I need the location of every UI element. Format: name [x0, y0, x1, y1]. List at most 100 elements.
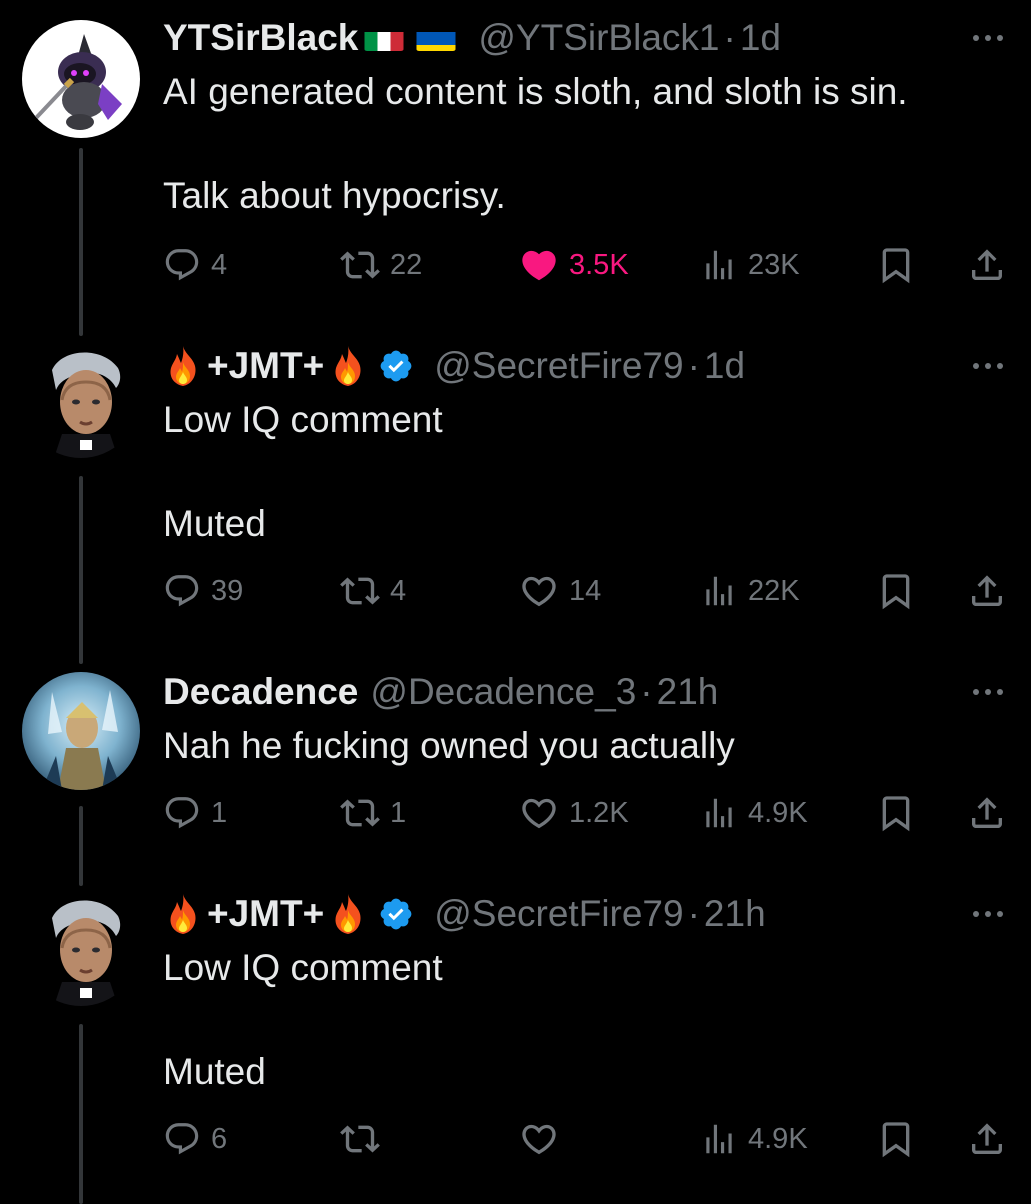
- like-button[interactable]: 3.5K: [519, 240, 629, 290]
- fire-emoji: [163, 892, 203, 936]
- bookmark-icon: [876, 571, 916, 611]
- views-button[interactable]: 4.9K: [700, 788, 808, 838]
- retweet-icon: [340, 793, 380, 833]
- action-bar: 39 4 14 22K: [0, 566, 1031, 616]
- separator-dot: ·: [640, 671, 653, 712]
- action-bar: 6 4.9K: [0, 1114, 1031, 1164]
- retweet-count: 4: [390, 574, 407, 607]
- bookmark-button[interactable]: [876, 566, 916, 616]
- share-button[interactable]: [967, 1114, 1007, 1164]
- reply-button[interactable]: 1: [163, 788, 227, 838]
- bookmark-icon: [876, 245, 916, 285]
- bookmark-button[interactable]: [876, 788, 916, 838]
- tweet-text: Low IQ comment Muted: [163, 947, 443, 1092]
- verified-icon: [378, 896, 414, 932]
- bookmark-button[interactable]: [876, 240, 916, 290]
- reply-button[interactable]: 4: [163, 240, 227, 290]
- tweet-header: Decadence @Decadence_3 · 21h: [163, 666, 718, 718]
- fire-emoji: [328, 892, 368, 936]
- views-count: 4.9K: [748, 796, 808, 829]
- reply-button[interactable]: 39: [163, 566, 243, 616]
- tweet-text: Nah he fucking owned you actually: [163, 725, 735, 766]
- handle[interactable]: @Decadence_3: [370, 671, 636, 713]
- share-icon: [967, 571, 1007, 611]
- like-count: 14: [569, 574, 602, 607]
- views-button[interactable]: 22K: [700, 566, 800, 616]
- retweet-icon: [340, 245, 380, 285]
- share-button[interactable]: [967, 566, 1007, 616]
- like-icon: [519, 245, 559, 285]
- share-icon: [967, 245, 1007, 285]
- like-button[interactable]: 1.2K: [519, 788, 629, 838]
- display-name[interactable]: +JMT+: [207, 345, 324, 387]
- fire-emoji: [328, 344, 368, 388]
- retweet-count: 1: [390, 796, 407, 829]
- fire-emoji: [163, 344, 203, 388]
- separator-dot: ·: [723, 17, 736, 58]
- like-button[interactable]: 14: [519, 566, 601, 616]
- retweet-count: 22: [390, 248, 423, 281]
- reply-icon: [163, 246, 201, 284]
- like-icon: [519, 571, 559, 611]
- bookmark-button[interactable]: [876, 1114, 916, 1164]
- views-button[interactable]: 23K: [700, 240, 800, 290]
- tweet-header: +JMT+ @SecretFire79 · 1d: [163, 340, 745, 392]
- reply-button[interactable]: 6: [163, 1114, 227, 1164]
- avatar[interactable]: [22, 20, 140, 138]
- retweet-button[interactable]: 4: [340, 566, 406, 616]
- more-icon[interactable]: [971, 678, 1005, 706]
- timestamp[interactable]: 21h: [657, 671, 719, 713]
- tweet-3[interactable]: Decadence @Decadence_3 · 21h Nah he fuck…: [0, 666, 1031, 886]
- action-bar: 4 22 3.5K 23K: [0, 240, 1031, 290]
- views-count: 23K: [748, 248, 800, 281]
- views-icon: [700, 794, 738, 832]
- tweet-header: +JMT+ @SecretFire79 · 21h: [163, 888, 766, 940]
- share-icon: [967, 1119, 1007, 1159]
- display-name[interactable]: +JMT+: [207, 893, 324, 935]
- share-button[interactable]: [967, 240, 1007, 290]
- views-icon: [700, 1120, 738, 1158]
- retweet-button[interactable]: 22: [340, 240, 422, 290]
- more-icon[interactable]: [971, 24, 1005, 52]
- reply-count: 1: [211, 796, 228, 829]
- timestamp[interactable]: 1d: [704, 345, 745, 387]
- avatar[interactable]: [22, 672, 140, 790]
- bookmark-icon: [876, 1119, 916, 1159]
- handle[interactable]: @SecretFire79: [434, 893, 683, 935]
- action-bar: 1 1 1.2K 4.9K: [0, 788, 1031, 838]
- more-icon[interactable]: [971, 900, 1005, 928]
- display-name[interactable]: YTSirBlack: [163, 17, 358, 59]
- more-icon[interactable]: [971, 352, 1005, 380]
- tweet-1[interactable]: YTSirBlack @YTSirBlack1 · 1d AI generate…: [0, 12, 1031, 336]
- views-icon: [700, 572, 738, 610]
- reply-count: 39: [211, 574, 244, 607]
- retweet-icon: [340, 571, 380, 611]
- views-button[interactable]: 4.9K: [700, 1114, 808, 1164]
- tweet-text: AI generated content is sloth, and sloth…: [163, 71, 908, 216]
- timestamp[interactable]: 21h: [704, 893, 766, 935]
- display-name[interactable]: Decadence: [163, 671, 358, 713]
- share-button[interactable]: [967, 788, 1007, 838]
- like-count: 1.2K: [569, 796, 629, 829]
- retweet-button[interactable]: [340, 1114, 390, 1164]
- handle[interactable]: @SecretFire79: [434, 345, 683, 387]
- tweet-header: YTSirBlack @YTSirBlack1 · 1d: [163, 12, 781, 64]
- views-icon: [700, 246, 738, 284]
- separator-dot: ·: [687, 345, 700, 386]
- bookmark-icon: [876, 793, 916, 833]
- like-button[interactable]: [519, 1114, 569, 1164]
- avatar[interactable]: [22, 340, 140, 458]
- avatar[interactable]: [22, 888, 140, 1006]
- reply-icon: [163, 572, 201, 610]
- separator-dot: ·: [687, 893, 700, 934]
- verified-icon: [378, 348, 414, 384]
- tweet-4[interactable]: +JMT+ @SecretFire79 · 21h Low IQ comment…: [0, 888, 1031, 1204]
- italy-flag: [364, 25, 404, 51]
- retweet-button[interactable]: 1: [340, 788, 406, 838]
- tweet-2[interactable]: +JMT+ @SecretFire79 · 1d Low IQ comment …: [0, 340, 1031, 664]
- timestamp[interactable]: 1d: [740, 17, 781, 59]
- handle[interactable]: @YTSirBlack1: [478, 17, 719, 59]
- retweet-icon: [340, 1119, 380, 1159]
- like-icon: [519, 793, 559, 833]
- like-count: 3.5K: [569, 248, 629, 281]
